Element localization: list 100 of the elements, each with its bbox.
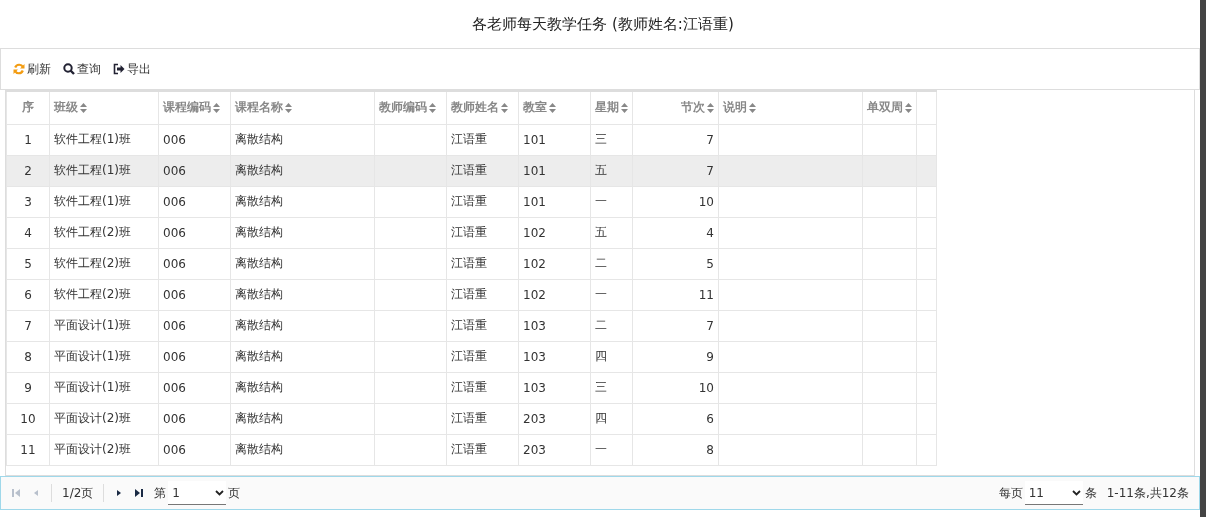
table-cell: 102 bbox=[518, 217, 591, 248]
sort-icon[interactable] bbox=[707, 102, 714, 113]
table-cell: 5 bbox=[632, 248, 719, 279]
table-cell: 江语重 bbox=[446, 155, 519, 186]
page-title: 各老师每天教学任务 (教师姓名:江语重) bbox=[471, 13, 735, 35]
table-cell: 离散结构 bbox=[230, 372, 375, 403]
sort-icon[interactable] bbox=[501, 102, 508, 113]
table-cell: 江语重 bbox=[446, 341, 519, 372]
column-header[interactable]: 班级 bbox=[49, 91, 159, 124]
table-cell: 101 bbox=[518, 186, 591, 217]
search-button[interactable]: 查询 bbox=[63, 60, 101, 78]
table-cell: 平面设计(1)班 bbox=[49, 372, 159, 403]
sort-icon[interactable] bbox=[285, 102, 292, 113]
table-cell: 006 bbox=[158, 155, 231, 186]
table-cell: 一 bbox=[590, 434, 633, 465]
table-cell: 离散结构 bbox=[230, 434, 375, 465]
export-icon bbox=[113, 63, 125, 75]
table-cell: 一 bbox=[590, 186, 633, 217]
table-cell: 离散结构 bbox=[230, 310, 375, 341]
sort-icon[interactable] bbox=[80, 102, 87, 113]
last-page-icon[interactable] bbox=[134, 488, 145, 498]
table-cell: 11 bbox=[6, 434, 50, 465]
column-header[interactable]: 星期 bbox=[590, 91, 633, 124]
table-cell: 102 bbox=[518, 279, 591, 310]
table-cell: 9 bbox=[632, 341, 719, 372]
table-cell: 4 bbox=[6, 217, 50, 248]
table-cell: 7 bbox=[632, 155, 719, 186]
table-cell: 006 bbox=[158, 434, 231, 465]
table-cell: 江语重 bbox=[446, 434, 519, 465]
table-cell: 11 bbox=[632, 279, 719, 310]
table-cell: 江语重 bbox=[446, 279, 519, 310]
table-cell: 006 bbox=[158, 403, 231, 434]
refresh-button[interactable]: 刷新 bbox=[13, 60, 51, 78]
page-select[interactable]: 1 bbox=[168, 481, 227, 505]
table-cell: 平面设计(2)班 bbox=[49, 403, 159, 434]
sort-icon[interactable] bbox=[429, 102, 436, 113]
sort-icon[interactable] bbox=[621, 102, 628, 113]
table-cell: 203 bbox=[518, 403, 591, 434]
sort-icon[interactable] bbox=[749, 102, 756, 113]
column-header[interactable]: 教师姓名 bbox=[446, 91, 519, 124]
table-cell: 离散结构 bbox=[230, 341, 375, 372]
per-page-label: 条 bbox=[1084, 484, 1097, 502]
table-cell: 平面设计(1)班 bbox=[49, 310, 159, 341]
column-header[interactable]: 节次 bbox=[632, 91, 719, 124]
table-cell: 离散结构 bbox=[230, 124, 375, 155]
table-cell: 软件工程(1)班 bbox=[49, 124, 159, 155]
table-cell: 离散结构 bbox=[230, 155, 375, 186]
sort-icon[interactable] bbox=[213, 102, 220, 113]
table-cell: 离散结构 bbox=[230, 217, 375, 248]
table-cell: 二 bbox=[590, 310, 633, 341]
table-cell: 四 bbox=[590, 403, 633, 434]
table-cell: 006 bbox=[158, 124, 231, 155]
table-cell: 103 bbox=[518, 372, 591, 403]
table-cell: 软件工程(1)班 bbox=[49, 155, 159, 186]
table-cell: 7 bbox=[6, 310, 50, 341]
table-cell: 2 bbox=[6, 155, 50, 186]
table-cell: 离散结构 bbox=[230, 403, 375, 434]
table-cell: 006 bbox=[158, 217, 231, 248]
table-cell: 江语重 bbox=[446, 124, 519, 155]
table-cell: 江语重 bbox=[446, 186, 519, 217]
sort-icon[interactable] bbox=[549, 102, 556, 113]
table-cell: 006 bbox=[158, 372, 231, 403]
column-header[interactable]: 教室 bbox=[518, 91, 591, 124]
table-cell: 离散结构 bbox=[230, 186, 375, 217]
table-cell: 101 bbox=[518, 155, 591, 186]
export-button[interactable]: 导出 bbox=[113, 60, 151, 78]
table-cell: 五 bbox=[590, 217, 633, 248]
table-cell: 平面设计(2)班 bbox=[49, 434, 159, 465]
table-cell: 006 bbox=[158, 248, 231, 279]
table-cell: 7 bbox=[632, 310, 719, 341]
per-page-select[interactable]: 11 bbox=[1024, 481, 1083, 505]
column-header[interactable]: 课程编码 bbox=[158, 91, 231, 124]
table-cell: 006 bbox=[158, 186, 231, 217]
table-cell: 离散结构 bbox=[230, 279, 375, 310]
table-cell: 7 bbox=[632, 124, 719, 155]
table-cell: 1 bbox=[6, 124, 50, 155]
refresh-icon bbox=[13, 63, 25, 75]
table-cell: 9 bbox=[6, 372, 50, 403]
table-cell: 4 bbox=[632, 217, 719, 248]
table-cell: 101 bbox=[518, 124, 591, 155]
table-cell: 6 bbox=[632, 403, 719, 434]
chevron-icon bbox=[1071, 489, 1081, 496]
column-header[interactable]: 教师编码 bbox=[374, 91, 447, 124]
table-cell: 江语重 bbox=[446, 310, 519, 341]
table-cell: 江语重 bbox=[446, 403, 519, 434]
table-cell: 3 bbox=[6, 186, 50, 217]
table-cell: 10 bbox=[632, 372, 719, 403]
table-cell: 006 bbox=[158, 341, 231, 372]
record-summary: 1-11条,共12条 bbox=[1106, 484, 1189, 502]
table-cell: 203 bbox=[518, 434, 591, 465]
table-cell: 四 bbox=[590, 341, 633, 372]
sort-icon[interactable] bbox=[905, 102, 912, 113]
column-header[interactable]: 说明 bbox=[718, 91, 863, 124]
table-cell: 8 bbox=[6, 341, 50, 372]
table-cell: 软件工程(2)班 bbox=[49, 279, 159, 310]
chevron-icon bbox=[215, 489, 225, 496]
table-cell: 10 bbox=[632, 186, 719, 217]
column-header[interactable]: 单双周 bbox=[862, 91, 917, 124]
table-cell: 软件工程(1)班 bbox=[49, 186, 159, 217]
column-header[interactable]: 课程名称 bbox=[230, 91, 375, 124]
